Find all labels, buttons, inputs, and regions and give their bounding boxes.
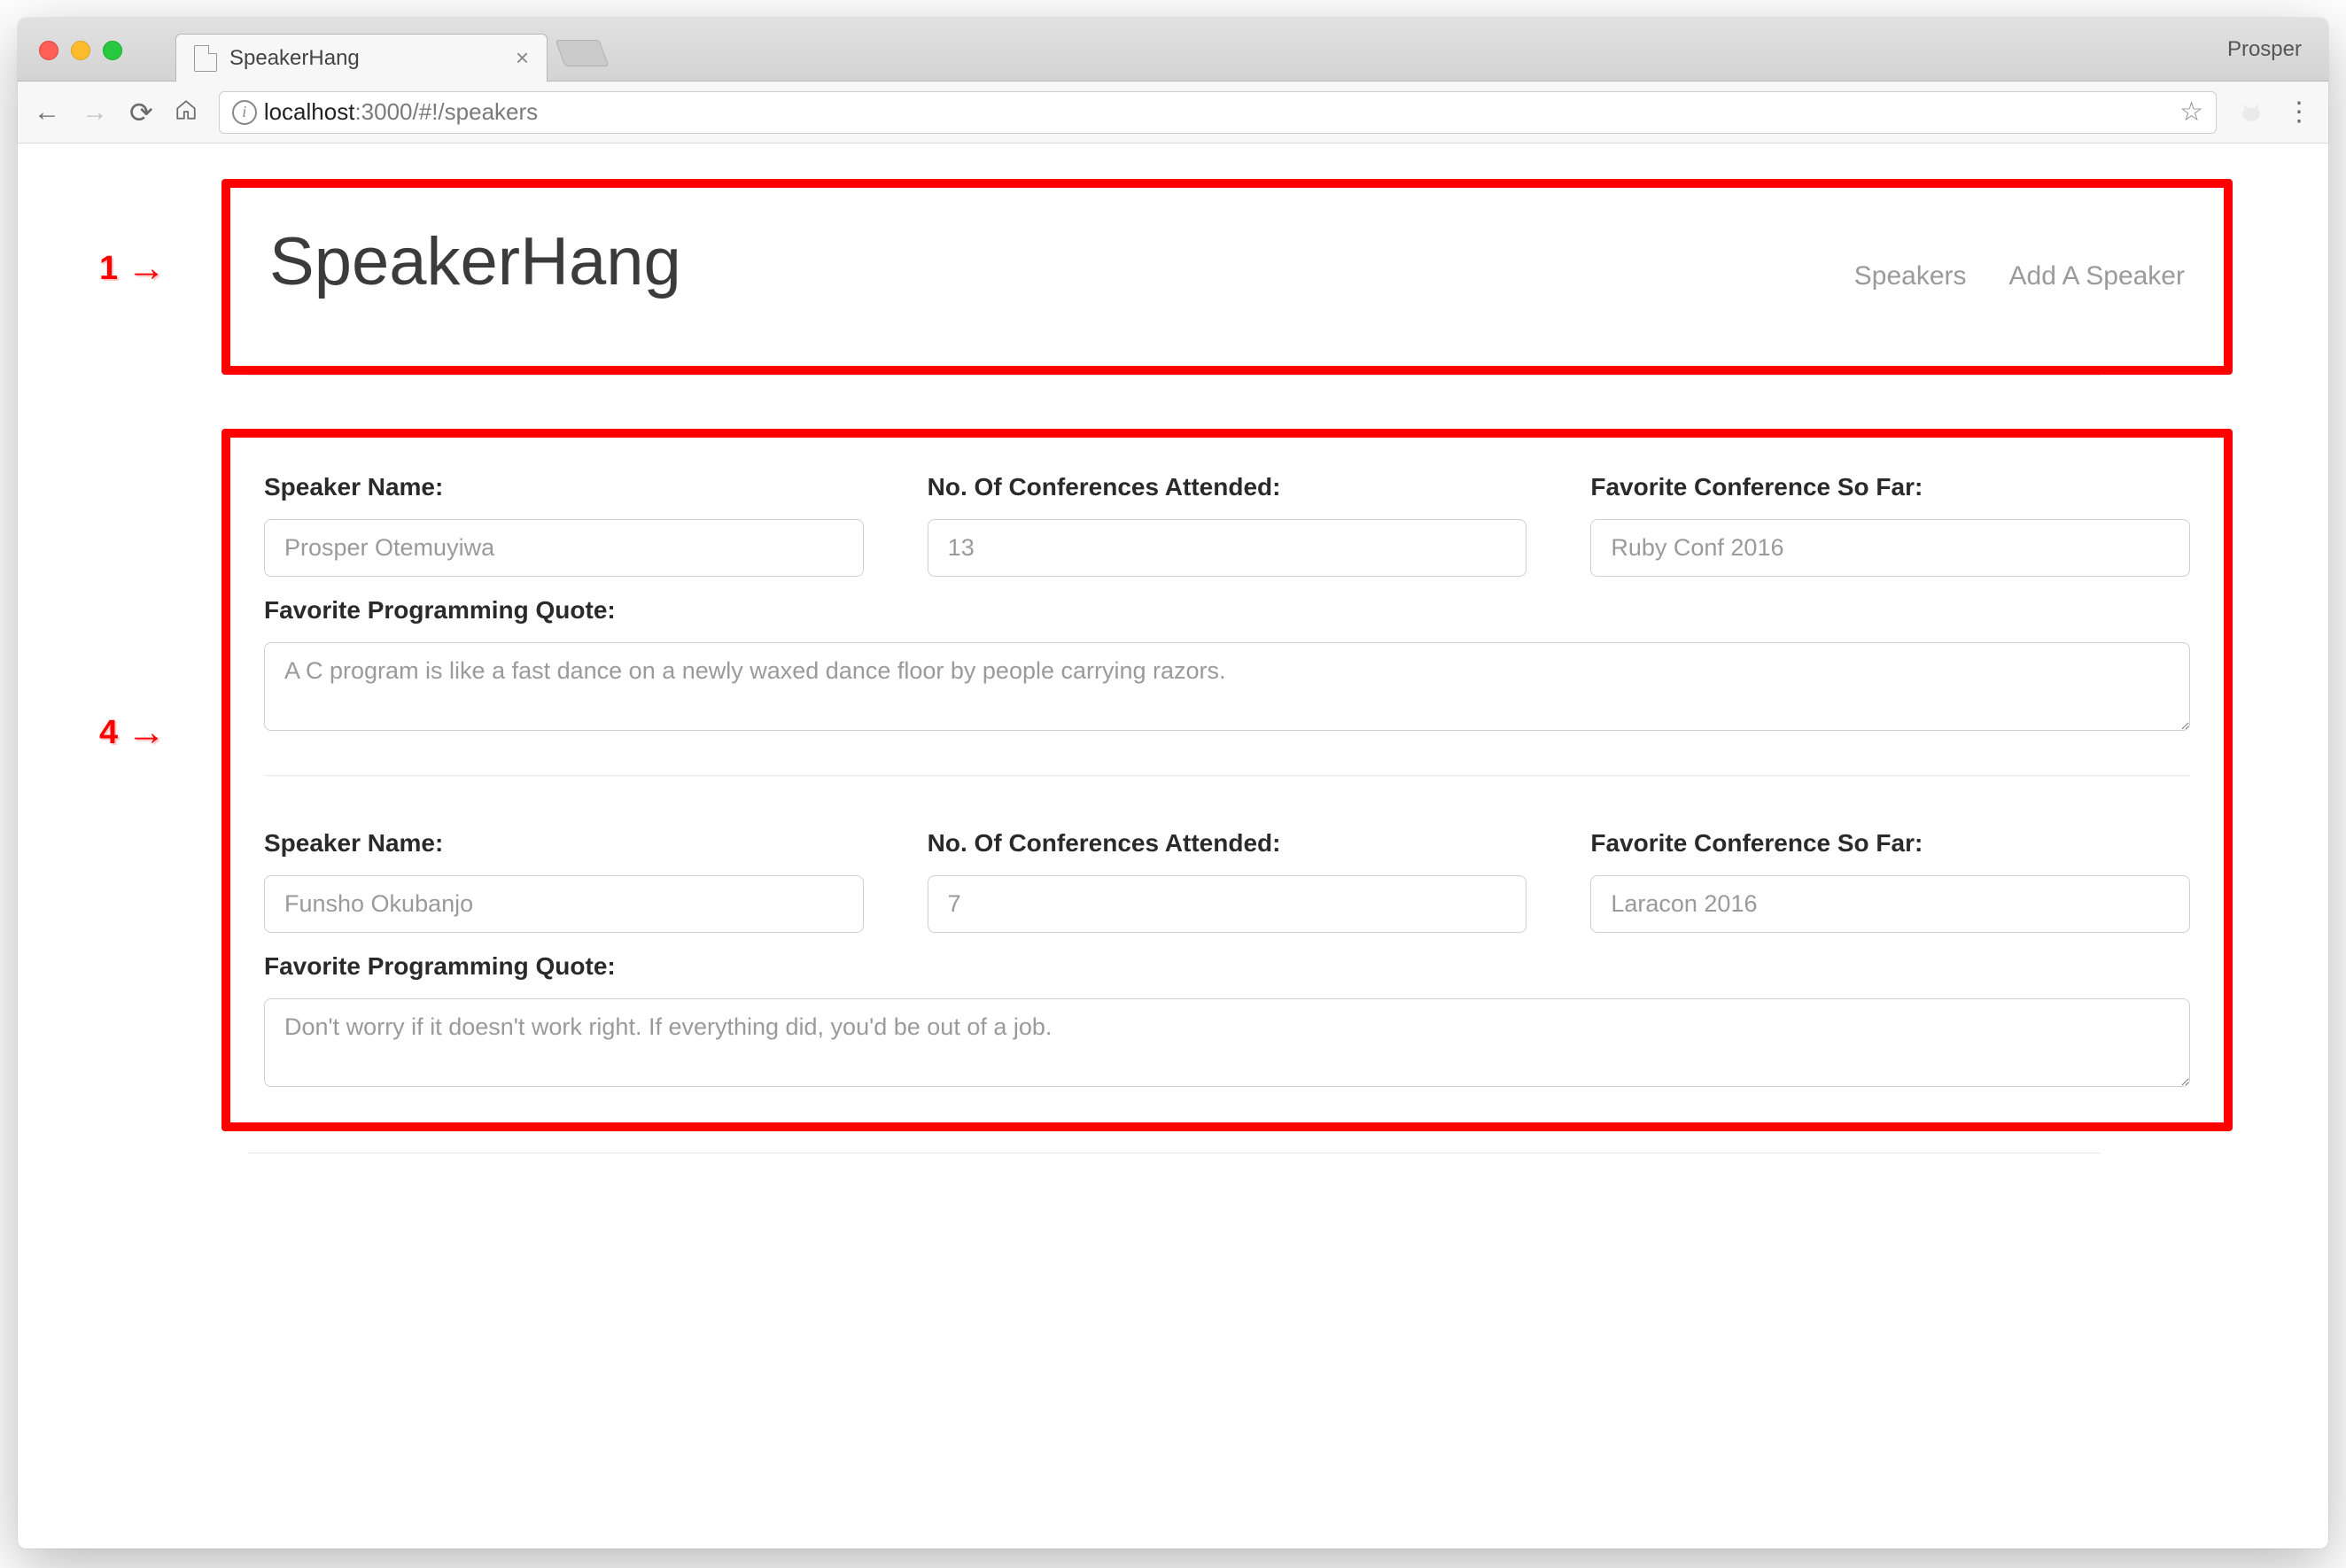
new-tab-button[interactable] (555, 40, 610, 66)
window-minimize-button[interactable] (71, 41, 90, 60)
site-navbar: SpeakerHang Speakers Add A Speaker (243, 197, 2211, 353)
arrow-right-icon: → (127, 710, 166, 755)
highlight-box-body: Speaker Name: No. Of Conferences Attende… (221, 429, 2233, 1131)
window-maximize-button[interactable] (103, 41, 122, 60)
conf-count-input[interactable] (928, 519, 1527, 577)
speaker-name-input[interactable] (264, 519, 864, 577)
url-path: /#!/speakers (413, 98, 539, 125)
annotation-four: 4 → (99, 710, 166, 755)
fav-quote-textarea[interactable]: A C program is like a fast dance on a ne… (264, 642, 2190, 731)
profile-name[interactable]: Prosper (2227, 37, 2312, 62)
divider (248, 375, 2100, 376)
speaker-card: Speaker Name: No. Of Conferences Attende… (255, 794, 2199, 1096)
speaker-card: Speaker Name: No. Of Conferences Attende… (255, 438, 2199, 794)
fav-quote-textarea[interactable]: Don't worry if it doesn't work right. If… (264, 998, 2190, 1087)
window-controls (39, 41, 122, 60)
nav-link-speakers[interactable]: Speakers (1854, 261, 1967, 291)
address-bar[interactable]: i localhost:3000/#!/speakers ☆ (219, 91, 2217, 134)
fav-conf-input[interactable] (1590, 875, 2190, 933)
field-label-fav-quote: Favorite Programming Quote: (264, 596, 2190, 625)
arrow-right-icon: → (127, 246, 166, 291)
site-brand[interactable]: SpeakerHang (269, 223, 681, 300)
tab-title: SpeakerHang (229, 46, 516, 71)
back-button[interactable]: ← (34, 99, 60, 126)
browser-window: SpeakerHang × Prosper ← → ⟳ i localhost:… (18, 18, 2328, 1549)
home-button[interactable] (175, 98, 198, 126)
browser-tab[interactable]: SpeakerHang × (175, 34, 548, 82)
annotation-label: 1 (99, 250, 118, 288)
extension-icon[interactable] (2238, 99, 2264, 126)
field-label-conf-count: No. Of Conferences Attended: (928, 473, 1527, 501)
close-icon[interactable]: × (516, 44, 529, 72)
url-host: localhost (264, 98, 355, 125)
field-label-conf-count: No. Of Conferences Attended: (928, 829, 1527, 858)
field-label-name: Speaker Name: (264, 473, 864, 501)
field-label-fav-conf: Favorite Conference So Far: (1590, 829, 2190, 858)
chrome-toolbar: ← → ⟳ i localhost:3000/#!/speakers ☆ ⋮ (18, 82, 2328, 144)
highlight-box-nav: SpeakerHang Speakers Add A Speaker (221, 179, 2233, 375)
divider (264, 775, 2190, 776)
fav-conf-input[interactable] (1590, 519, 2190, 577)
url-text: localhost:3000/#!/speakers (264, 98, 538, 126)
page-content: 1 → 4 → SpeakerHang Speakers Add A Speak… (18, 144, 2328, 1549)
toolbar-actions: ⋮ (2238, 97, 2312, 128)
forward-button[interactable]: → (82, 99, 108, 126)
nav-links: Speakers Add A Speaker (1854, 261, 2185, 291)
annotation-label: 4 (99, 714, 118, 752)
field-label-fav-quote: Favorite Programming Quote: (264, 952, 2190, 981)
annotation-one: 1 → (99, 246, 166, 291)
field-label-name: Speaker Name: (264, 829, 864, 858)
chrome-tabbar: SpeakerHang × Prosper (18, 18, 2328, 82)
url-port: :3000 (354, 98, 412, 125)
file-icon (194, 45, 217, 72)
bookmark-star-icon[interactable]: ☆ (2179, 97, 2203, 128)
field-label-fav-conf: Favorite Conference So Far: (1590, 473, 2190, 501)
speaker-name-input[interactable] (264, 875, 864, 933)
reload-button[interactable]: ⟳ (129, 98, 153, 127)
info-icon[interactable]: i (232, 100, 257, 125)
nav-link-add-speaker[interactable]: Add A Speaker (2009, 261, 2186, 291)
window-close-button[interactable] (39, 41, 58, 60)
menu-icon[interactable]: ⋮ (2286, 97, 2312, 128)
conf-count-input[interactable] (928, 875, 1527, 933)
